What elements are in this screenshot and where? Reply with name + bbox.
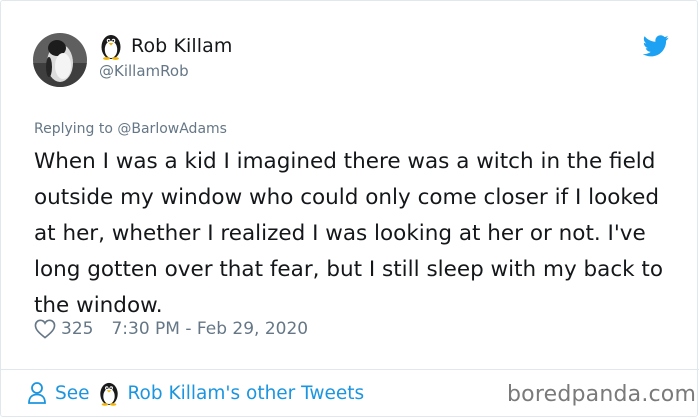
penguin-icon: [99, 382, 118, 406]
other-tweets-label: Rob Killam's other Tweets: [127, 382, 365, 404]
user-handle[interactable]: @KillamRob: [99, 62, 189, 80]
twitter-bird-icon[interactable]: [643, 35, 669, 57]
like-count[interactable]: 325: [61, 319, 93, 339]
tweet-text: When I was a kid I imagined there was a …: [34, 149, 664, 318]
avatar[interactable]: [33, 33, 87, 87]
divider: [1, 369, 699, 370]
heart-icon[interactable]: [34, 319, 56, 339]
watermark: boredpanda.com: [507, 382, 697, 407]
tweet-card: Rob Killam @KillamRob Replying to @Barlo…: [0, 0, 699, 417]
see-other-tweets-link[interactable]: See Rob Killam's other Tweets: [27, 380, 364, 406]
person-icon: [28, 382, 46, 404]
tweet-meta: 325 7:30 PM - Feb 29, 2020: [34, 319, 308, 339]
penguin-icon: [101, 35, 121, 60]
display-name-row[interactable]: Rob Killam: [99, 32, 233, 60]
display-name: Rob Killam: [131, 35, 233, 57]
see-label: See: [55, 382, 90, 404]
reply-context[interactable]: Replying to @BarlowAdams: [34, 121, 227, 137]
timestamp[interactable]: 7:30 PM - Feb 29, 2020: [111, 319, 308, 339]
